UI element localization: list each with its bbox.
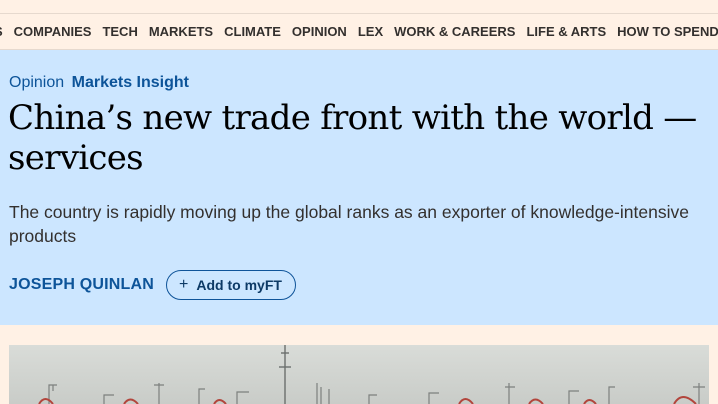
nav-item-markets[interactable]: MARKETS	[149, 24, 213, 39]
article-standfirst: The country is rapidly moving up the glo…	[9, 202, 689, 246]
nav-item-truncated[interactable]: S	[0, 24, 3, 39]
nav-item-tech[interactable]: TECH	[102, 24, 137, 39]
top-strip	[0, 0, 718, 13]
add-to-myft-label: Add to myFT	[196, 277, 282, 293]
article-hero: Opinion Markets Insight China’s new trad…	[0, 50, 718, 325]
nav-track: S COMPANIES TECH MARKETS CLIMATE OPINION…	[0, 24, 718, 39]
nav-item-life-arts[interactable]: LIFE & ARTS	[526, 24, 606, 39]
port-cranes-image	[9, 345, 709, 404]
article-tagline: Opinion Markets Insight	[9, 74, 189, 92]
series-link[interactable]: Markets Insight	[72, 74, 189, 91]
nav-item-work-careers[interactable]: WORK & CAREERS	[394, 24, 515, 39]
plus-icon: +	[179, 276, 189, 293]
section-navigation: S COMPANIES TECH MARKETS CLIMATE OPINION…	[0, 13, 718, 50]
add-to-myft-button[interactable]: + Add to myFT	[166, 270, 296, 300]
author-link[interactable]: JOSEPH QUINLAN	[9, 276, 154, 294]
genre-label: Opinion	[9, 74, 65, 91]
nav-item-how-to-spend-it[interactable]: HOW TO SPEND IT	[617, 24, 718, 39]
article-headline: China’s new trade front with the world —…	[8, 98, 697, 178]
nav-item-climate[interactable]: CLIMATE	[224, 24, 281, 39]
nav-item-opinion[interactable]: OPINION	[292, 24, 347, 39]
nav-item-lex[interactable]: LEX	[358, 24, 383, 39]
nav-item-companies[interactable]: COMPANIES	[14, 24, 92, 39]
byline: JOSEPH QUINLAN + Add to myFT	[9, 270, 296, 300]
article-main-image	[9, 345, 709, 404]
